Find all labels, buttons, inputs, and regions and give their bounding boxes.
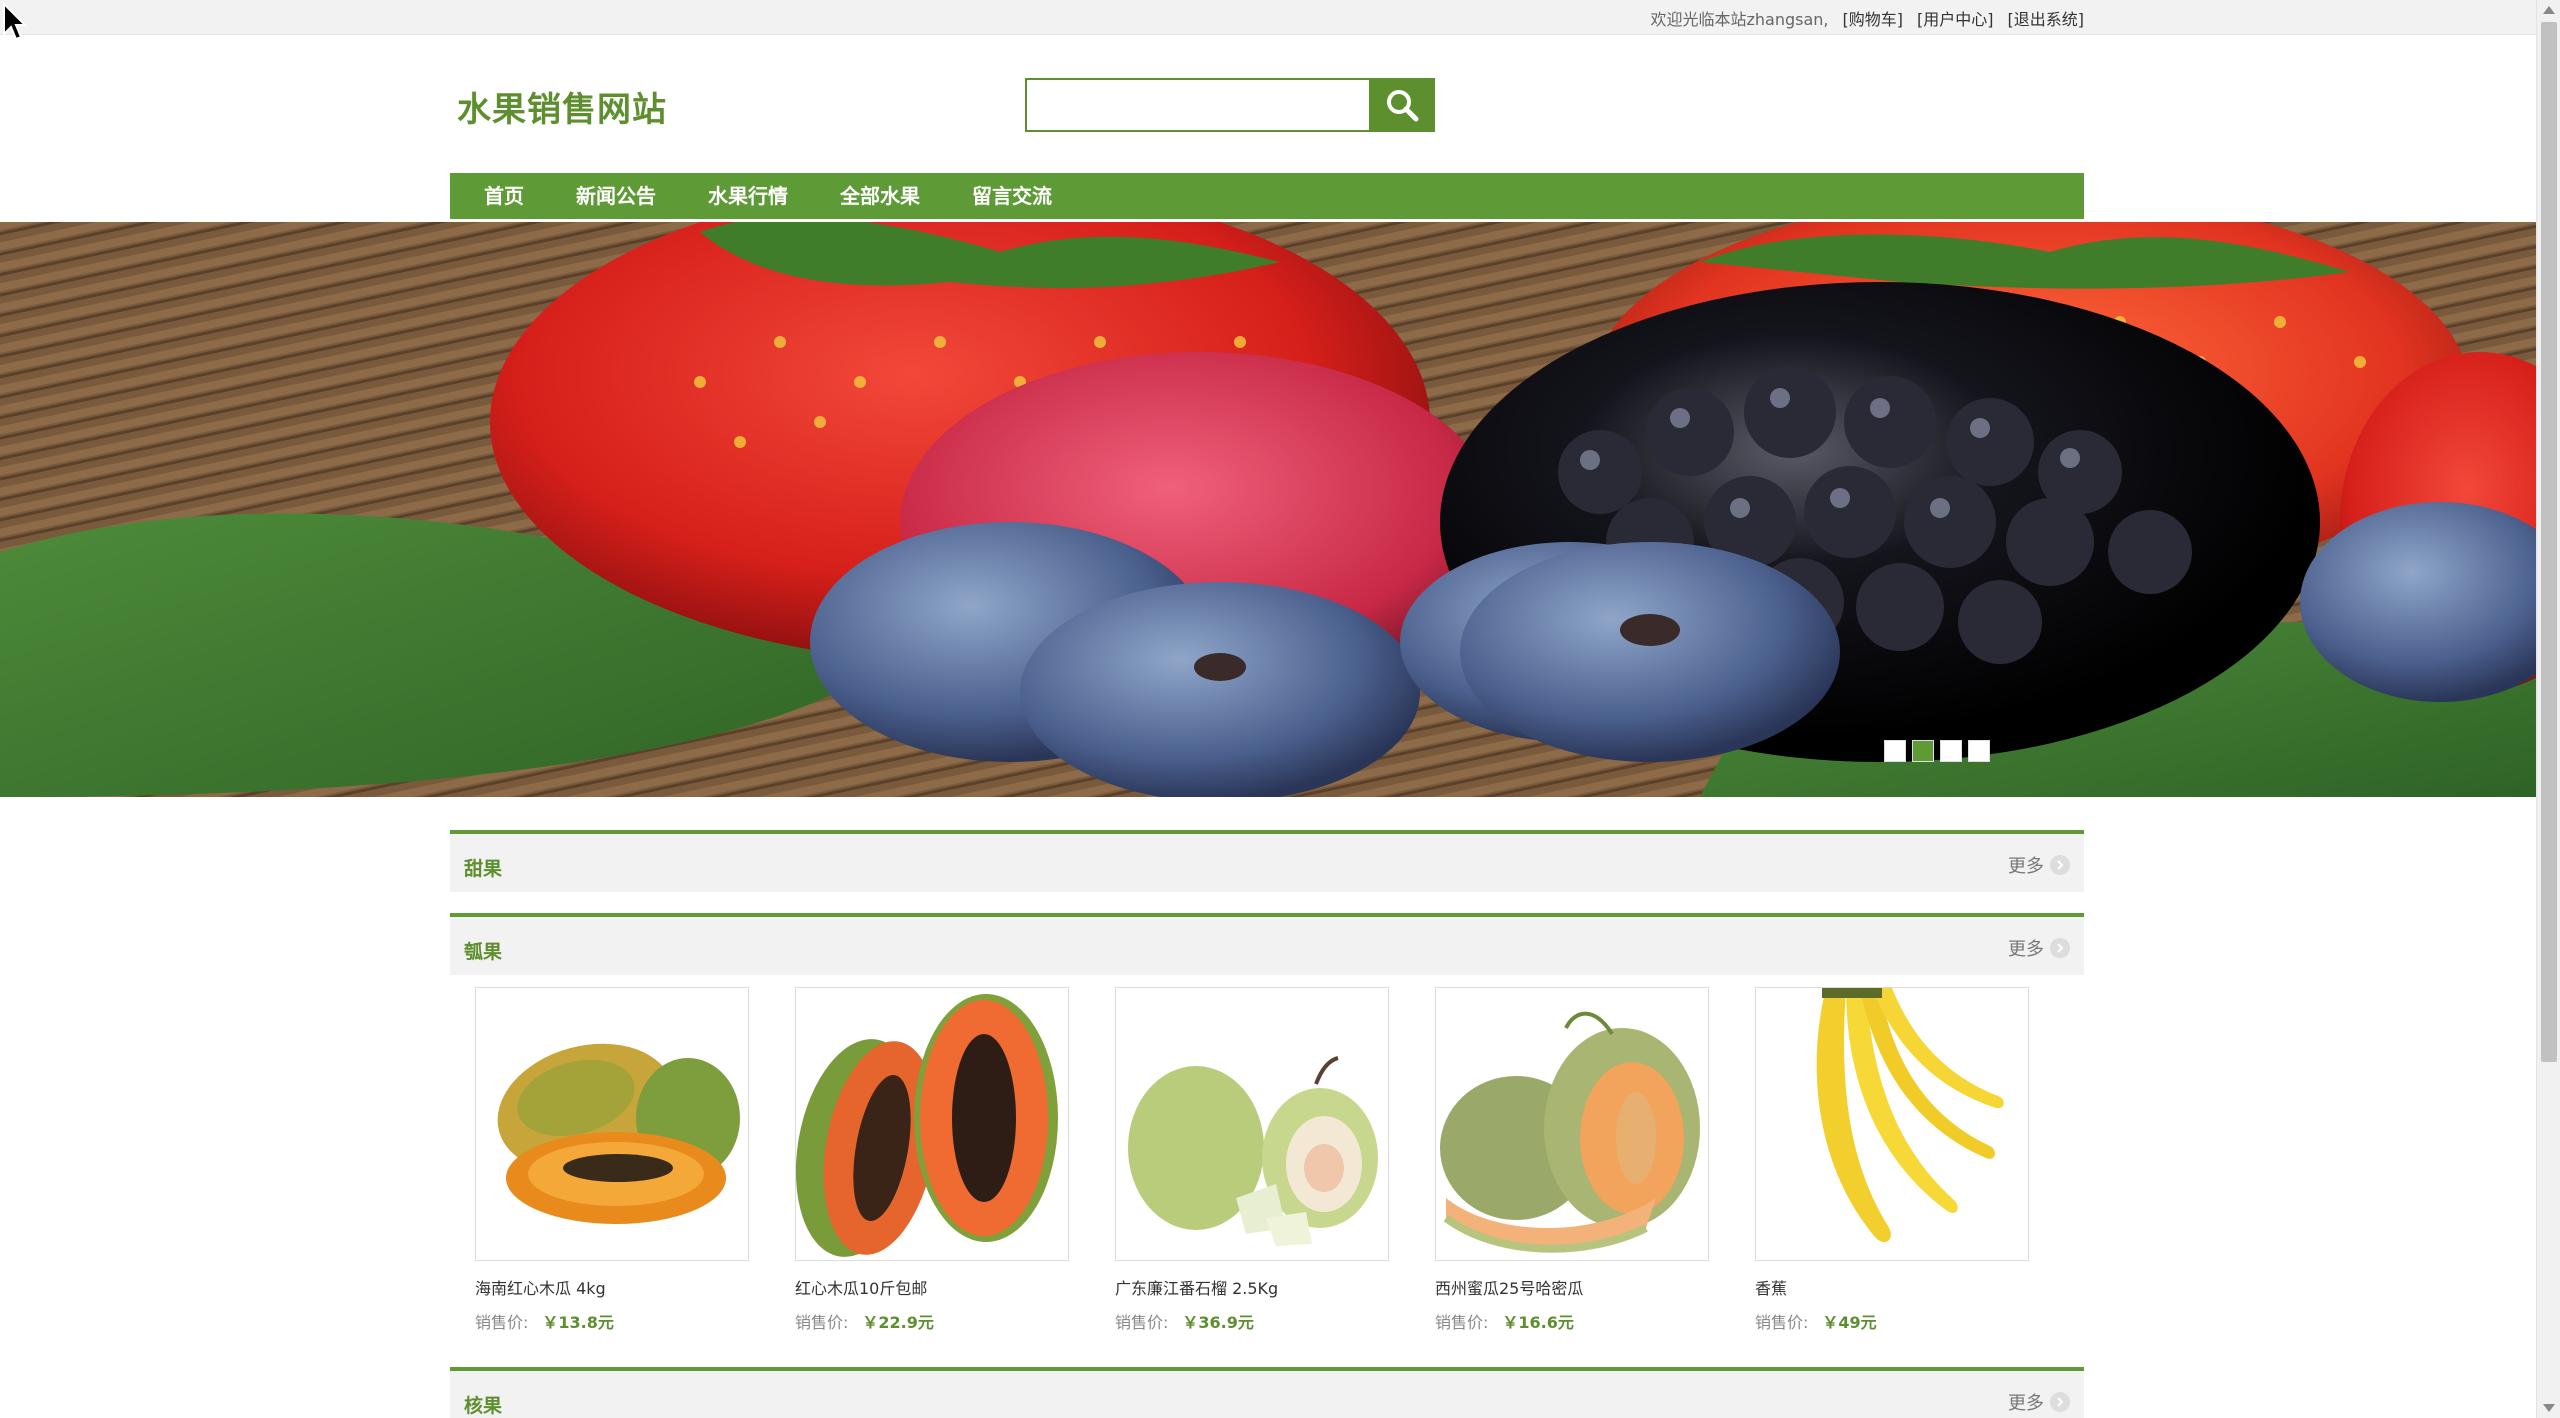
price-value: ￥49元 (1822, 1313, 1877, 1332)
section-sweet-fruits: 甜果 更多 (450, 830, 2084, 892)
product-name[interactable]: 广东廉江番石榴 2.5Kg (1115, 1275, 1389, 1299)
price-label: 销售价: (1435, 1313, 1489, 1332)
nav-item-all-fruits[interactable]: 全部水果 (814, 173, 946, 219)
more-link[interactable]: 更多 (2008, 935, 2070, 961)
section-title: 甜果 (464, 858, 503, 880)
nav-item-home[interactable]: 首页 (458, 173, 550, 219)
product-name[interactable]: 红心木瓜10斤包邮 (795, 1275, 1069, 1299)
more-label: 更多 (2008, 856, 2044, 877)
product-price: 销售价: ￥16.6元 (1435, 1309, 1709, 1333)
section-title: 瓠果 (464, 941, 503, 963)
slider-dot-3[interactable] (1940, 740, 1962, 762)
section-drupe-fruits: 核果 更多 (450, 1367, 2084, 1418)
logout-link[interactable]: [退出系统] (2008, 6, 2085, 30)
product-name[interactable]: 海南红心木瓜 4kg (475, 1275, 749, 1299)
more-link[interactable]: 更多 (2008, 1389, 2070, 1415)
top-bar-links: 欢迎光临本站zhangsan, [购物车] [用户中心] [退出系统] (1650, 0, 2084, 35)
product-card[interactable]: 红心木瓜10斤包邮 销售价: ￥22.9元 (795, 987, 1069, 1333)
section-pepo-fruits: 瓠果 更多 (450, 913, 2084, 975)
nav-item-market[interactable]: 水果行情 (682, 173, 814, 219)
product-name[interactable]: 香蕉 (1755, 1275, 2029, 1299)
top-bar: 欢迎光临本站zhangsan, [购物车] [用户中心] [退出系统] (0, 0, 2536, 35)
site-logo[interactable]: 水果销售网站 (457, 82, 667, 131)
product-list: 海南红心木瓜 4kg 销售价: ￥13.8元 红心木瓜10斤包邮 销售价: ￥22.… (475, 987, 2029, 1333)
user-center-link[interactable]: [用户中心] (1917, 6, 1994, 30)
price-label: 销售价: (475, 1313, 529, 1332)
mouse-cursor-icon (3, 2, 28, 41)
slider-dots (1884, 740, 1990, 762)
more-label: 更多 (2008, 939, 2044, 960)
slider-dot-1[interactable] (1884, 740, 1906, 762)
product-image-banana[interactable] (1755, 987, 2029, 1261)
product-price: 销售价: ￥13.8元 (475, 1309, 749, 1333)
slider-dot-4[interactable] (1968, 740, 1990, 762)
price-value: ￥16.6元 (1502, 1313, 1574, 1332)
search-input[interactable] (1025, 78, 1369, 132)
product-card[interactable]: 西州蜜瓜25号哈密瓜 销售价: ￥16.6元 (1435, 987, 1709, 1333)
slider-dot-2[interactable] (1912, 740, 1934, 762)
nav-item-messages[interactable]: 留言交流 (946, 173, 1078, 219)
price-value: ￥13.8元 (542, 1313, 614, 1332)
banner-image (0, 222, 2536, 797)
price-value: ￥22.9元 (862, 1313, 934, 1332)
chevron-right-icon (2050, 938, 2070, 958)
banner-slider[interactable] (0, 222, 2536, 797)
search-box (1025, 78, 1435, 132)
search-button[interactable] (1369, 78, 1435, 132)
product-card[interactable]: 广东廉江番石榴 2.5Kg 销售价: ￥36.9元 (1115, 987, 1389, 1333)
vertical-scrollbar[interactable] (2536, 0, 2560, 1418)
browser-viewport: 欢迎光临本站zhangsan, [购物车] [用户中心] [退出系统] 水果销售… (0, 0, 2560, 1418)
product-image-melon[interactable] (1435, 987, 1709, 1261)
product-card[interactable]: 香蕉 销售价: ￥49元 (1755, 987, 2029, 1333)
product-price: 销售价: ￥22.9元 (795, 1309, 1069, 1333)
product-name[interactable]: 西州蜜瓜25号哈密瓜 (1435, 1275, 1709, 1299)
price-label: 销售价: (1755, 1313, 1809, 1332)
cart-link[interactable]: [购物车] (1843, 6, 1904, 30)
product-card[interactable]: 海南红心木瓜 4kg 销售价: ￥13.8元 (475, 987, 749, 1333)
product-price: 销售价: ￥49元 (1755, 1309, 2029, 1333)
price-label: 销售价: (795, 1313, 849, 1332)
nav-item-news[interactable]: 新闻公告 (550, 173, 682, 219)
product-image-papaya-cut[interactable] (795, 987, 1069, 1261)
search-icon (1387, 90, 1419, 122)
price-label: 销售价: (1115, 1313, 1169, 1332)
product-image-guava[interactable] (1115, 987, 1389, 1261)
product-price: 销售价: ￥36.9元 (1115, 1309, 1389, 1333)
main-nav: 首页 新闻公告 水果行情 全部水果 留言交流 (450, 173, 2084, 219)
welcome-text: 欢迎光临本站zhangsan, (1650, 9, 1829, 29)
scroll-down-arrow-icon[interactable] (2543, 1404, 2555, 1412)
price-value: ￥36.9元 (1182, 1313, 1254, 1332)
chevron-right-icon (2050, 855, 2070, 875)
scrollbar-thumb[interactable] (2541, 22, 2557, 1062)
product-image-papaya-whole[interactable] (475, 987, 749, 1261)
section-title: 核果 (464, 1395, 503, 1417)
more-link[interactable]: 更多 (2008, 852, 2070, 878)
chevron-right-icon (2050, 1392, 2070, 1412)
page: 欢迎光临本站zhangsan, [购物车] [用户中心] [退出系统] 水果销售… (0, 0, 2536, 1418)
more-label: 更多 (2008, 1393, 2044, 1414)
scroll-up-arrow-icon[interactable] (2543, 6, 2555, 14)
